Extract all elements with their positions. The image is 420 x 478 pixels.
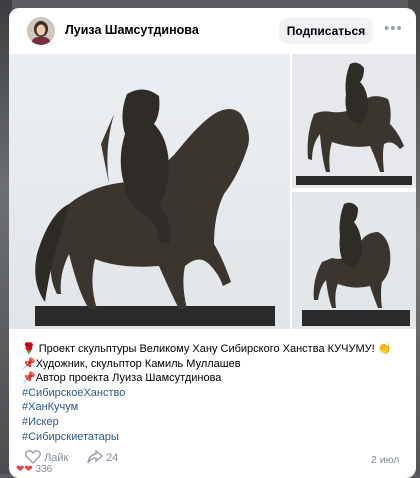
- more-options-icon[interactable]: •••: [384, 20, 403, 37]
- hashtag-link[interactable]: #Искер: [22, 415, 406, 430]
- pin-icon: 📌: [22, 357, 36, 370]
- reaction-icons: ❤❤: [16, 464, 33, 475]
- post-date[interactable]: 2 июл: [371, 454, 399, 466]
- post-line-3: 📌Автор проекта Луиза Шамсутдинова: [22, 371, 406, 386]
- reactions-summary[interactable]: ❤❤ 336: [16, 464, 52, 475]
- pin-icon: 📌: [22, 372, 36, 385]
- post-line-text: Художник, скульптор Камиль Муллашев: [35, 357, 241, 370]
- post-header: Луиза Шамсутдинова Подписаться •••: [9, 8, 416, 52]
- like-button[interactable]: Лайк: [25, 450, 68, 464]
- post-line-text: Проект скульптуры Великому Хану Сибирско…: [38, 343, 392, 355]
- rose-icon: 🌹: [22, 343, 36, 355]
- share-button[interactable]: 24: [87, 449, 119, 464]
- post-line-2: 📌Художник, скульптор Камиль Муллашев: [22, 357, 406, 372]
- photo-gallery: [9, 54, 416, 329]
- post-line-text: Автор проекта Луиза Шамсутдинова: [35, 372, 222, 385]
- post-card: Луиза Шамсутдинова Подписаться ••• 🌹 Про…: [9, 8, 416, 478]
- post-text: 🌹 Проект скульптуры Великому Хану Сибирс…: [22, 342, 406, 444]
- post-footer: Лайк 24 2 июл: [9, 446, 416, 476]
- photo-bottom-right[interactable]: [292, 192, 416, 329]
- share-icon: [87, 449, 104, 464]
- avatar[interactable]: [27, 17, 55, 45]
- post-line-1: 🌹 Проект скульптуры Великому Хану Сибирс…: [22, 342, 406, 357]
- hashtag-link[interactable]: #ХанКучум: [22, 400, 406, 415]
- author-name[interactable]: Луиза Шамсутдинова: [65, 23, 199, 37]
- like-label: Лайк: [44, 452, 69, 464]
- reactions-count: 336: [35, 464, 53, 475]
- hashtag-link[interactable]: #СибирскоеХанство: [22, 386, 406, 401]
- heart-icon: [25, 450, 41, 464]
- share-count: 24: [106, 452, 119, 464]
- hashtag-link[interactable]: #Сибирскиетатары: [22, 430, 406, 445]
- photo-main[interactable]: [9, 54, 290, 329]
- photo-top-right[interactable]: [292, 54, 416, 188]
- subscribe-button[interactable]: Подписаться: [279, 18, 373, 44]
